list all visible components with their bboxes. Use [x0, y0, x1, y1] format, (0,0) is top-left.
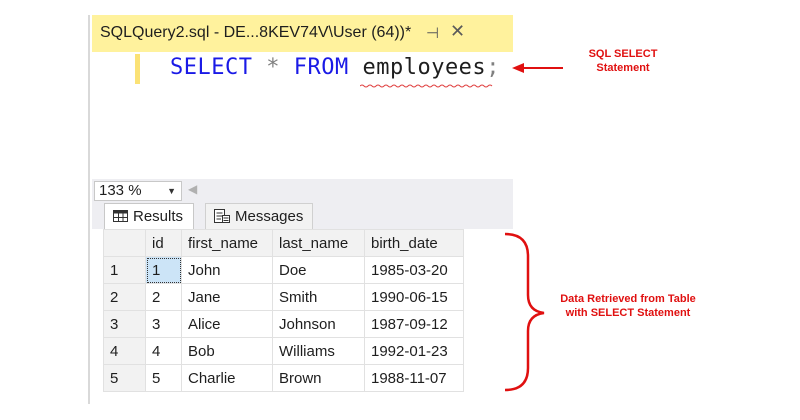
annotation-select-statement: SQL SELECT Statement: [567, 47, 679, 75]
annotation-overlay: [504, 63, 563, 392]
annotation-line: Statement: [596, 62, 650, 74]
annotation-line: SQL SELECT: [588, 48, 658, 60]
annotation-line: Data Retrieved from Table: [560, 293, 696, 305]
annotation-arrow: [512, 63, 563, 73]
annotation-line: with SELECT Statement: [565, 307, 691, 319]
annotation-data-retrieved: Data Retrieved from Table with SELECT St…: [533, 292, 723, 320]
